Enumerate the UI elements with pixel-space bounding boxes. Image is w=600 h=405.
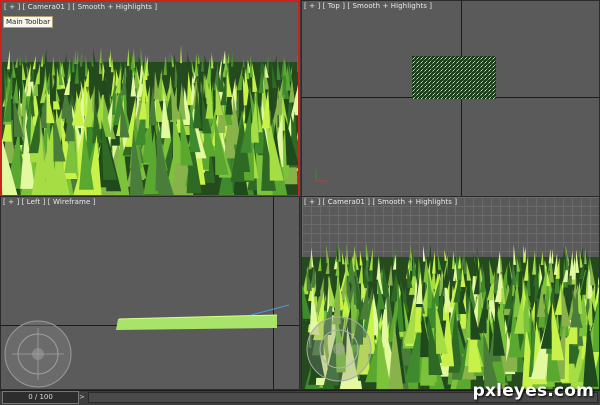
time-next-arrow[interactable]: > <box>79 393 85 401</box>
grass-patch-top-view <box>302 1 599 196</box>
navigation-wheel-icon[interactable] <box>2 318 74 390</box>
max-workspace: [ + ] [ Camera01 ] [ Smooth + Highlights… <box>0 0 600 404</box>
main-toolbar-tooltip: Main Toolbar <box>3 16 53 28</box>
viewport-camera-top-left[interactable]: [ + ] [ Camera01 ] [ Smooth + Highlights… <box>0 0 300 197</box>
axis-tripod-icon <box>313 165 333 185</box>
time-slider[interactable]: 0 / 100 <box>2 391 79 404</box>
viewport-label-camera[interactable]: [ + ] [ Camera01 ] [ Smooth + Highlights… <box>4 3 157 11</box>
viewport-label-camera-2[interactable]: [ + ] [ Camera01 ] [ Smooth + Highlights… <box>304 198 457 206</box>
watermark-text: pxleyes.com <box>473 381 594 401</box>
viewport-left-wireframe[interactable]: [ + ] [ Left ] [ Wireframe ] <box>0 196 300 390</box>
navigation-wheel-icon[interactable] <box>304 314 374 384</box>
viewport-top[interactable]: [ + ] [ Top ] [ Smooth + Highlights ] <box>301 0 600 197</box>
viewport-label-top[interactable]: [ + ] [ Top ] [ Smooth + Highlights ] <box>304 2 432 10</box>
viewport-camera-bottom-right[interactable]: [ + ] [ Camera01 ] [ Smooth + Highlights… <box>301 196 600 390</box>
viewport-label-left[interactable]: [ + ] [ Left ] [ Wireframe ] <box>3 198 96 206</box>
grass-render-camera <box>2 2 298 195</box>
